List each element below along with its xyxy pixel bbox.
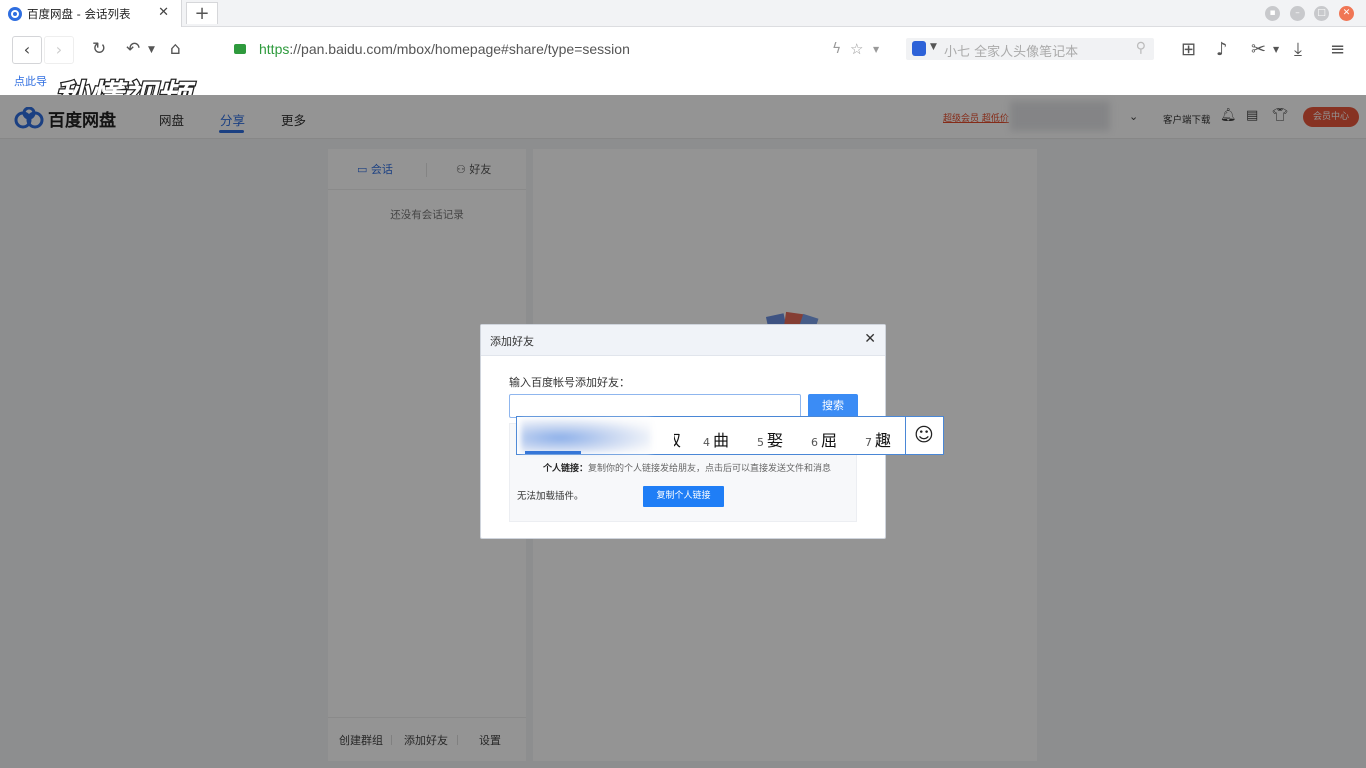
star-dropdown-icon[interactable]: ▼ [873, 45, 879, 54]
download-icon[interactable]: ⤓ [1294, 39, 1302, 60]
ime-char: 屈 [821, 431, 838, 450]
personal-link-info: 个人链接：复制你的个人链接发给朋友，点击后可以直接发送文件和消息 [543, 461, 831, 474]
ime-char: 娶 [767, 431, 784, 450]
undo-icon[interactable]: ↶ [126, 39, 140, 59]
ime-candidate[interactable]: 5娶 [757, 427, 783, 451]
browser-search-box[interactable]: ▼ 小七 全家人头像笔记本 ⚲ [906, 38, 1154, 60]
account-input-label: 输入百度帐号添加好友： [509, 376, 630, 389]
lightning-icon[interactable]: ϟ [832, 41, 841, 57]
home-icon[interactable]: ⌂ [170, 39, 181, 59]
account-input[interactable] [509, 394, 801, 418]
browser-tab-bar: 百度网盘 - 会话列表 ✕ + ▪ – □ ✕ [0, 0, 1366, 27]
back-icon[interactable]: ‹ [12, 36, 42, 64]
forward-icon[interactable]: › [44, 36, 74, 64]
ime-char: 趣 [875, 431, 892, 450]
ime-candidate-partial[interactable]: 奴 [665, 427, 682, 451]
window-close-icon[interactable]: ✕ [1339, 6, 1354, 21]
menu-icon[interactable]: ≡ [1330, 39, 1345, 60]
search-placeholder: 小七 全家人头像笔记本 [944, 45, 1079, 60]
tab-close-icon[interactable]: ✕ [158, 5, 169, 20]
browser-tab[interactable]: 百度网盘 - 会话列表 ✕ [0, 0, 182, 27]
ime-num: 4 [703, 436, 710, 449]
ime-num: 7 [865, 436, 872, 449]
ime-candidate-bar: 奴 4曲 5娶 6屈 7趣 ☺ [516, 416, 944, 455]
ime-composition-blurred [521, 419, 651, 453]
ime-candidate[interactable]: 7趣 [865, 427, 891, 451]
url-path: ://pan.baidu.com/mbox/homepage#share/typ… [289, 41, 630, 57]
refresh-icon[interactable]: ↻ [92, 39, 106, 59]
personal-link-label: 个人链接： [543, 464, 589, 474]
baidu-pan-favicon-icon [8, 6, 22, 21]
ime-char: 曲 [713, 431, 730, 450]
lock-icon [234, 44, 246, 54]
new-tab-button[interactable]: + [186, 2, 218, 24]
ime-candidate[interactable]: 4曲 [703, 427, 729, 451]
bookmark-hint-link[interactable]: 点此导 [14, 73, 47, 89]
personal-link-desc: 复制你的个人链接发给朋友，点击后可以直接发送文件和消息 [588, 464, 832, 474]
extensions-icon[interactable]: ⊞ [1181, 39, 1196, 60]
close-icon[interactable]: ✕ [864, 331, 876, 347]
undo-dropdown-icon[interactable]: ▼ [148, 45, 155, 55]
search-engine-icon[interactable] [912, 41, 926, 56]
ime-num: 6 [811, 436, 818, 449]
star-icon[interactable]: ☆ [850, 40, 863, 58]
skin-icon[interactable]: ▪ [1265, 6, 1280, 21]
tab-title: 百度网盘 - 会话列表 [27, 6, 131, 21]
search-engine-dropdown-icon[interactable]: ▼ [930, 42, 937, 52]
address-toolbar: ‹ › ↻ ↶ ▼ ⌂ https://pan.baidu.com/mbox/h… [0, 27, 1366, 119]
sound-icon[interactable]: ♪ [1216, 39, 1228, 60]
dialog-title: 添加好友 [490, 335, 534, 348]
url-scheme: https [259, 41, 290, 57]
minimize-icon[interactable]: – [1290, 6, 1305, 21]
dialog-header: 添加好友 ✕ [481, 325, 885, 356]
scissors-dropdown-icon[interactable]: ▼ [1273, 45, 1279, 54]
copy-link-button[interactable]: 复制个人链接 [643, 486, 724, 507]
ime-composition-underline [525, 451, 581, 454]
ime-separator [905, 417, 906, 454]
restore-icon[interactable]: □ [1314, 6, 1329, 21]
plugin-error-text: 无法加载插件。 [517, 491, 584, 502]
ime-num: 5 [757, 436, 764, 449]
scissors-icon[interactable]: ✂ [1251, 39, 1266, 60]
ime-candidate[interactable]: 6屈 [811, 427, 837, 451]
search-button[interactable]: 搜索 [808, 394, 858, 418]
address-bar[interactable]: https://pan.baidu.com/mbox/homepage#shar… [259, 41, 630, 57]
emoji-icon[interactable]: ☺ [914, 424, 934, 446]
magnifier-icon[interactable]: ⚲ [1136, 40, 1146, 56]
ime-char: 奴 [665, 431, 682, 450]
